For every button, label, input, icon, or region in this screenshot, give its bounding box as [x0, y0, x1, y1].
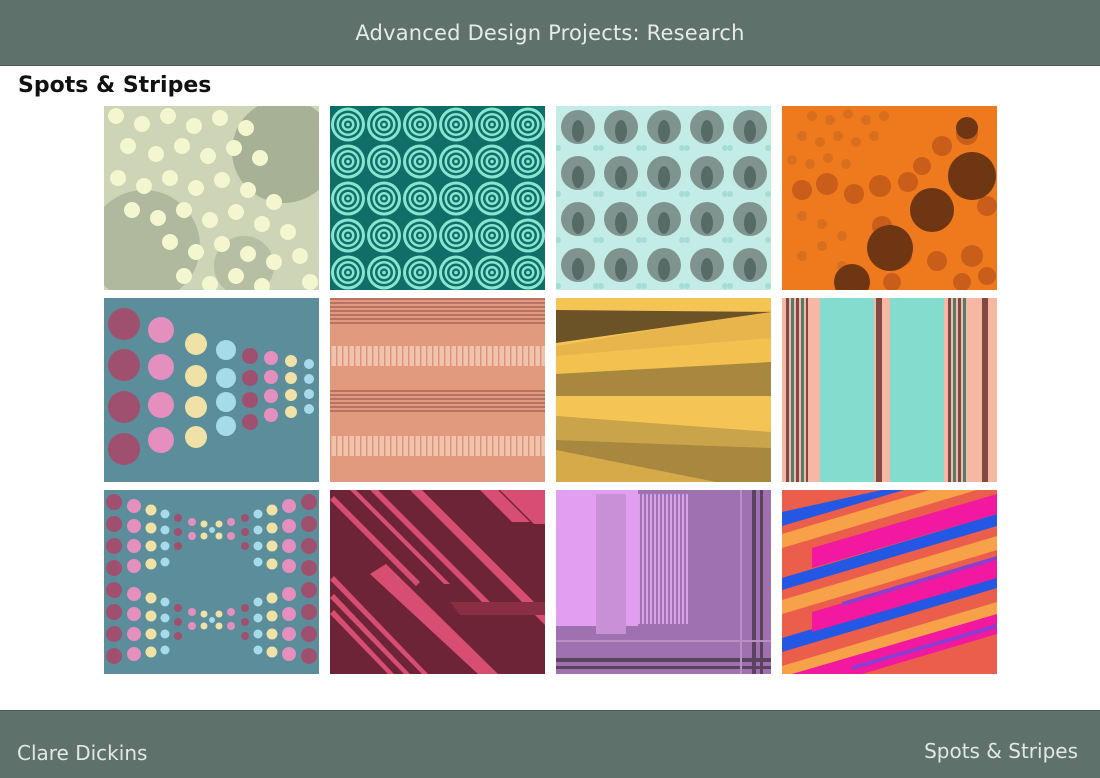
pattern-tile-orange-dots — [782, 106, 997, 290]
pattern-gallery — [0, 0, 1100, 778]
orange-dots-artwork — [782, 106, 997, 290]
footer-section: Spots & Stripes — [924, 739, 1078, 763]
pattern-tile-teal-concentric — [330, 106, 545, 290]
mint-ovals-artwork — [556, 106, 771, 290]
pattern-tile-sage-dots — [104, 106, 319, 290]
footer-author: Clare Dickins — [17, 741, 148, 765]
footer-bar: Clare Dickins Spots & Stripes — [0, 710, 1100, 778]
pink-gradient-dots-artwork — [104, 298, 319, 482]
bowtie-dots-artwork — [104, 490, 319, 674]
pattern-tile-pink-gradient-dots — [104, 298, 319, 482]
salmon-stripes-artwork — [330, 298, 545, 482]
pattern-tile-salmon-stripes — [330, 298, 545, 482]
pattern-tile-mint-vertical-stripes — [782, 298, 997, 482]
pattern-tile-mint-ovals — [556, 106, 771, 290]
teal-concentric-artwork — [330, 106, 545, 290]
pattern-tile-neon-diagonals — [782, 490, 997, 674]
mint-vertical-stripes-artwork — [782, 298, 997, 482]
pattern-tile-bowtie-dots — [104, 490, 319, 674]
sage-dots-artwork — [104, 106, 319, 290]
mustard-wedges-artwork — [556, 298, 771, 482]
pattern-tile-mustard-wedges — [556, 298, 771, 482]
lilac-plaid-artwork — [556, 490, 771, 674]
neon-diagonals-artwork — [782, 490, 997, 674]
pattern-tile-lilac-plaid — [556, 490, 771, 674]
burgundy-diagonals-artwork — [330, 490, 545, 674]
pattern-tile-burgundy-diagonals — [330, 490, 545, 674]
